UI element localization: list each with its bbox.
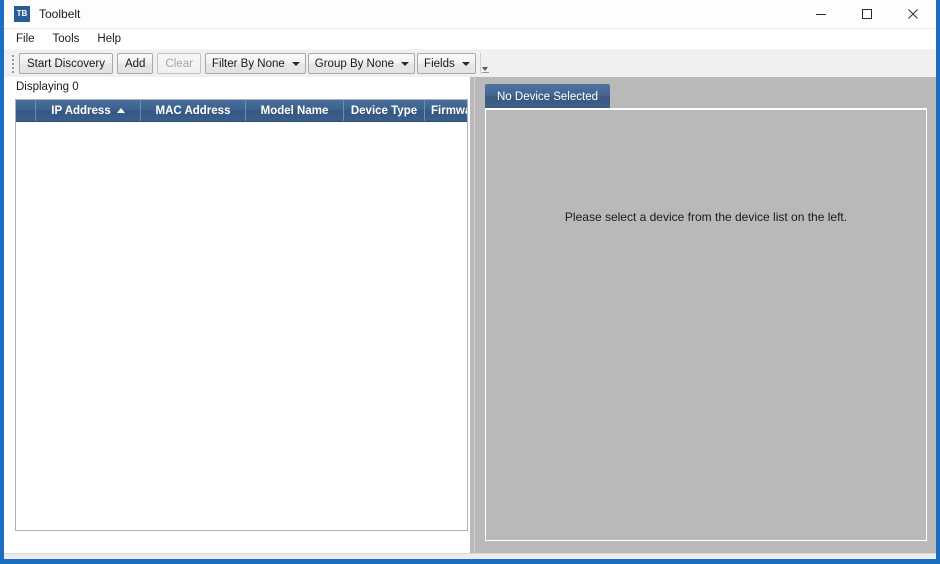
close-icon	[908, 9, 918, 19]
fields-dropdown[interactable]: Fields	[417, 53, 476, 74]
toolbelt-app-icon: TB	[14, 6, 30, 22]
group-by-dropdown-label: Group By None	[314, 57, 395, 70]
drag-grip-icon[interactable]	[8, 54, 17, 74]
no-device-selected-message: Please select a device from the device l…	[564, 210, 848, 224]
column-header-firmware-version[interactable]: Firmware Ve	[425, 100, 467, 121]
sort-ascending-icon	[116, 108, 125, 113]
column-header-model-name[interactable]: Model Name	[246, 100, 344, 121]
close-button[interactable]	[890, 0, 936, 28]
menu-item-tools[interactable]: Tools	[53, 31, 89, 47]
menu-bar: File Tools Help	[4, 29, 936, 49]
column-header-mac-address[interactable]: MAC Address	[141, 100, 246, 121]
detail-tab-strip: No Device Selected	[485, 83, 610, 109]
fields-dropdown-label: Fields	[424, 57, 455, 70]
clear-button: Clear	[157, 53, 201, 74]
menu-item-file[interactable]: File	[16, 31, 44, 47]
device-list-header-row: IP Address MAC Address Model Name Device…	[16, 100, 467, 122]
column-header-ip-address[interactable]: IP Address	[36, 100, 141, 121]
status-bar	[4, 553, 936, 559]
toolbar: Start Discovery Add Clear Filter By None…	[4, 49, 936, 77]
panel-splitter-line	[474, 77, 475, 553]
column-header-mac-address-label: MAC Address	[155, 104, 231, 117]
filter-by-dropdown[interactable]: Filter By None	[204, 53, 306, 74]
device-list-body[interactable]	[16, 122, 467, 530]
chevron-down-icon	[461, 61, 470, 66]
row-selector-header[interactable]	[16, 100, 36, 121]
toolbar-overflow-button[interactable]	[479, 53, 491, 74]
column-header-ip-address-label: IP Address	[51, 104, 111, 117]
minimize-icon	[816, 14, 826, 15]
chevron-down-icon	[401, 61, 410, 66]
filter-by-dropdown-label: Filter By None	[211, 57, 285, 70]
chevron-down-icon	[291, 61, 300, 66]
device-list-grid[interactable]: IP Address MAC Address Model Name Device…	[15, 99, 468, 531]
application-window: TB Toolbelt File Tools Help Start Discov…	[0, 0, 940, 564]
column-header-model-name-label: Model Name	[260, 104, 329, 117]
tab-no-device-selected[interactable]: No Device Selected	[485, 84, 610, 109]
client-area: Displaying 0 IP Address MAC Address Mode…	[4, 77, 936, 553]
start-discovery-button[interactable]: Start Discovery	[19, 53, 113, 74]
column-header-firmware-version-label: Firmware Ve	[431, 104, 467, 117]
displaying-count-label: Displaying 0	[16, 81, 79, 93]
device-list-panel: Displaying 0 IP Address MAC Address Mode…	[4, 77, 470, 553]
detail-tab-page: Please select a device from the device l…	[485, 108, 927, 541]
toolbar-overflow-line	[481, 72, 489, 73]
panel-splitter[interactable]	[470, 77, 482, 553]
minimize-button[interactable]	[798, 0, 844, 28]
menu-item-help[interactable]: Help	[97, 31, 130, 47]
device-detail-panel: No Device Selected Please select a devic…	[482, 77, 936, 553]
column-header-device-type[interactable]: Device Type	[344, 100, 425, 121]
window-title: Toolbelt	[39, 7, 81, 21]
add-button[interactable]: Add	[116, 53, 154, 74]
column-header-device-type-label: Device Type	[350, 104, 418, 117]
maximize-icon	[862, 9, 872, 19]
toolbar-overflow-icon	[481, 67, 488, 71]
group-by-dropdown[interactable]: Group By None	[307, 53, 416, 74]
maximize-button[interactable]	[844, 0, 890, 28]
toolbar-overflow-divider	[479, 53, 481, 74]
title-bar: TB Toolbelt	[4, 0, 936, 29]
